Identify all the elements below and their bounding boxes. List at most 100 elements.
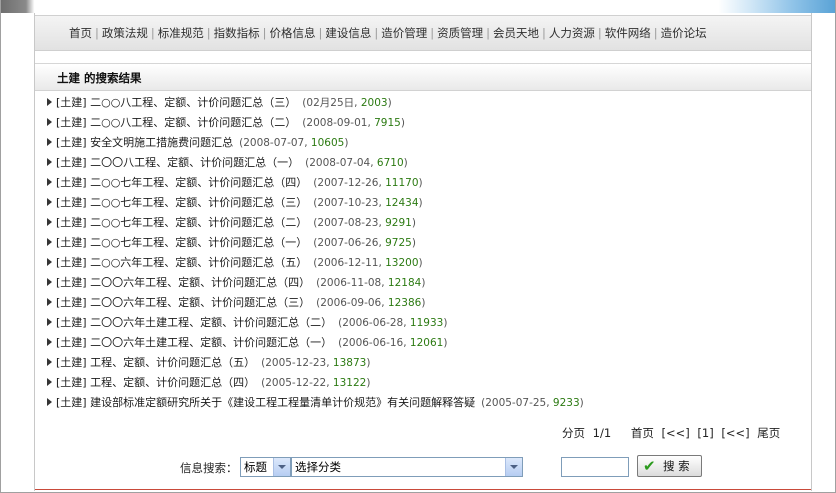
result-row-text: [土建] 二○○六年工程、定额、计价问题汇总（五） (2006-12-11, 13… (56, 253, 423, 273)
search-field-select[interactable]: 标题 (240, 457, 291, 477)
result-title-link[interactable]: 二○○七年工程、定额、计价问题汇总（三） (90, 196, 307, 209)
triangle-right-icon (47, 238, 52, 246)
triangle-right-icon (47, 118, 52, 126)
result-title-link[interactable]: 二〇〇六年工程、定额、计价问题汇总（三） (90, 296, 310, 309)
nav-menu: 首页 | 政策法规 | 标准规范 | 指数指标 | 价格信息 | 建设信息 | 造价管理 | 资质管理 | 会员… (69, 25, 707, 41)
nav-separator: | (206, 26, 211, 40)
last-page-link[interactable]: 尾页 (757, 426, 780, 440)
result-category-link[interactable]: [土建] (56, 256, 87, 269)
result-row: [土建] 二○○六年工程、定额、计价问题汇总（五） (2006-12-11, 13… (35, 253, 811, 273)
result-row-text: [土建] 二○○七年工程、定额、计价问题汇总（四） (2007-12-26, 11… (56, 173, 423, 193)
result-date: 2005-07-25 (485, 397, 547, 409)
result-category-link[interactable]: [土建] (56, 236, 87, 249)
result-meta: (2007-08-23, 9291) (313, 217, 416, 229)
result-category-link[interactable]: [土建] (56, 96, 87, 109)
result-category-link[interactable]: [土建] (56, 176, 87, 189)
result-row-text: [土建] 二〇〇八工程、定额、计价问题汇总（一） (2008-07-04, 671… (56, 153, 408, 173)
result-title-link[interactable]: 二○○七年工程、定额、计价问题汇总（一） (90, 236, 307, 249)
result-title-link[interactable]: 二〇〇八工程、定额、计价问题汇总（一） (90, 156, 299, 169)
result-category-link[interactable]: [土建] (56, 356, 87, 369)
result-date: 2008-07-04 (309, 157, 371, 169)
nav-item[interactable]: 指数指标 (214, 26, 260, 40)
result-category-link[interactable]: [土建] (56, 116, 87, 129)
result-hits: 2003 (360, 97, 388, 109)
result-date: 2007-06-26 (317, 237, 379, 249)
result-row-text: [土建] 安全文明施工措施费问题汇总 (2008-07-07, 10605) (56, 133, 348, 153)
nav-item[interactable]: 首页 (69, 26, 92, 40)
result-row: [土建] 二〇〇六年工程、定额、计价问题汇总（三） (2006-09-06, 12… (35, 293, 811, 313)
result-title-link[interactable]: 二〇〇六年土建工程、定额、计价问题汇总（二） (90, 316, 332, 329)
result-hits: 6710 (376, 157, 404, 169)
next-page-link[interactable]: [<<] (721, 426, 749, 440)
result-category-link[interactable]: [土建] (56, 156, 87, 169)
result-title-link[interactable]: 二〇〇六年工程、定额、计价问题汇总（四） (90, 276, 310, 289)
header-banner (1, 0, 835, 13)
nav-item[interactable]: 软件网络 (605, 26, 651, 40)
category-select[interactable]: 选择分类 (291, 457, 523, 477)
result-title-link[interactable]: 二〇〇六年土建工程、定额、计价问题汇总（一） (90, 336, 332, 349)
result-date: 2007-08-23 (317, 217, 379, 229)
nav-item[interactable]: 建设信息 (325, 26, 371, 40)
keyword-input[interactable] (561, 457, 629, 477)
result-title-link[interactable]: 二○○八工程、定额、计价问题汇总（三） (90, 96, 296, 109)
result-category-link[interactable]: [土建] (56, 296, 87, 309)
result-row: [土建] 二〇〇六年土建工程、定额、计价问题汇总（二） (2006-06-28, … (35, 313, 811, 333)
result-title-link[interactable]: 二○○七年工程、定额、计价问题汇总（二） (90, 216, 307, 229)
nav-item[interactable]: 价格信息 (270, 26, 316, 40)
nav-item[interactable]: 政策法规 (102, 26, 148, 40)
search-label: 信息搜索： (180, 461, 238, 475)
nav-item[interactable]: 造价管理 (381, 26, 427, 40)
result-date: 2007-12-26 (317, 177, 379, 189)
nav-item[interactable]: 资质管理 (437, 26, 483, 40)
pagination: 分页 1/1 首页 [<<] [1] [<<] 尾页 (562, 425, 784, 441)
result-row-text: [土建] 二〇〇六年土建工程、定额、计价问题汇总（二） (2006-06-28, … (56, 313, 447, 333)
result-category-link[interactable]: [土建] (56, 196, 87, 209)
result-category-link[interactable]: [土建] (56, 136, 87, 149)
triangle-right-icon (47, 98, 52, 106)
result-date: 2006-12-11 (317, 257, 379, 269)
nav-separator: | (374, 26, 379, 40)
result-meta: (2006-06-16, 12061) (338, 337, 448, 349)
result-title-link[interactable]: 建设部标准定额研究所关于《建设工程工程量清单计价规范》有关问题解释答疑 (90, 396, 475, 409)
result-hits: 12434 (385, 197, 419, 209)
triangle-right-icon (47, 338, 52, 346)
triangle-right-icon (47, 158, 52, 166)
result-category-link[interactable]: [土建] (56, 276, 87, 289)
triangle-right-icon (47, 318, 52, 326)
results-header: 土建 的搜索结果 (35, 63, 811, 91)
result-title-link[interactable]: 安全文明施工措施费问题汇总 (90, 136, 233, 149)
result-category-link[interactable]: [土建] (56, 396, 87, 409)
nav-item[interactable]: 标准规范 (158, 26, 204, 40)
result-row: [土建] 工程、定额、计价问题汇总（四） (2005-12-22, 13122) (35, 373, 811, 393)
result-category-link[interactable]: [土建] (56, 376, 87, 389)
result-category-link[interactable]: [土建] (56, 216, 87, 229)
category-value: 选择分类 (295, 460, 341, 474)
first-page-link[interactable]: 首页 (631, 426, 654, 440)
nav-item[interactable]: 人力资源 (549, 26, 595, 40)
nav-separator: | (653, 26, 658, 40)
results-title: 土建 的搜索结果 (57, 71, 142, 85)
search-button[interactable]: ✔ 搜 索 (637, 455, 702, 477)
result-category-link[interactable]: [土建] (56, 316, 87, 329)
chevron-down-icon (505, 458, 522, 476)
result-title-link[interactable]: 工程、定额、计价问题汇总（五） (90, 356, 255, 369)
nav-item[interactable]: 造价论坛 (661, 26, 707, 40)
result-title-link[interactable]: 工程、定额、计价问题汇总（四） (90, 376, 255, 389)
result-meta: (2007-06-26, 9725) (313, 237, 416, 249)
triangle-right-icon (47, 178, 52, 186)
result-category-link[interactable]: [土建] (56, 336, 87, 349)
result-row-text: [土建] 二○○七年工程、定额、计价问题汇总（一） (2007-06-26, 97… (56, 233, 416, 253)
result-title-link[interactable]: 二○○七年工程、定额、计价问题汇总（四） (90, 176, 307, 189)
result-title-link[interactable]: 二○○六年工程、定额、计价问题汇总（五） (90, 256, 307, 269)
triangle-right-icon (47, 298, 52, 306)
nav-item[interactable]: 会员天地 (493, 26, 539, 40)
result-row-text: [土建] 二○○七年工程、定额、计价问题汇总（二） (2007-08-23, 92… (56, 213, 416, 233)
nav-separator: | (262, 26, 267, 40)
result-title-link[interactable]: 二○○八工程、定额、计价问题汇总（二） (90, 116, 296, 129)
prev-page-link[interactable]: [<<] (661, 426, 689, 440)
nav-separator: | (542, 26, 546, 40)
triangle-right-icon (47, 278, 52, 286)
result-meta: (2006-06-28, 11933) (338, 317, 448, 329)
nav-separator: | (486, 26, 490, 40)
triangle-right-icon (47, 378, 52, 386)
